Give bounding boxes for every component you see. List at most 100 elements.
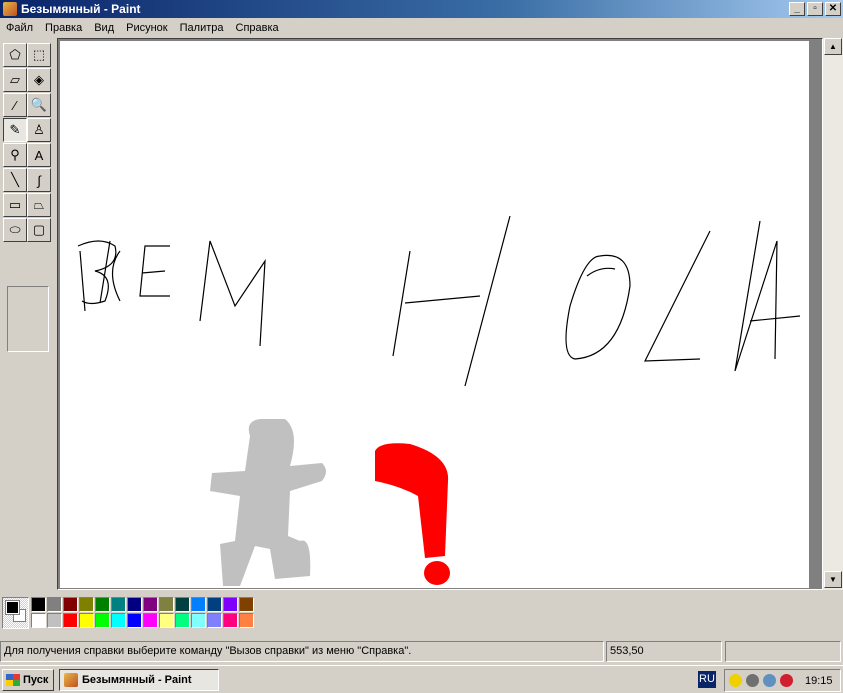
security-shield-icon[interactable]	[729, 674, 742, 687]
work-area	[57, 38, 823, 590]
color-swatch[interactable]	[79, 597, 94, 612]
color-swatch[interactable]	[223, 613, 238, 628]
network-icon[interactable]	[763, 674, 776, 687]
antivirus-icon[interactable]	[780, 674, 793, 687]
maximize-button[interactable]: ▫	[807, 2, 823, 16]
color-swatch[interactable]	[175, 613, 190, 628]
foreground-color	[5, 600, 20, 615]
paint-app-icon	[3, 2, 17, 16]
airbrush-icon: ⚲	[10, 147, 20, 162]
speaker-icon[interactable]	[746, 674, 759, 687]
menu-image[interactable]: Рисунок	[120, 22, 174, 34]
status-coordinates: 553,50	[606, 641, 722, 662]
clock: 19:15	[805, 674, 833, 687]
language-indicator[interactable]: RU	[698, 671, 716, 688]
menu-help[interactable]: Справка	[230, 22, 285, 34]
color-swatch[interactable]	[191, 613, 206, 628]
eraser-icon: ▱	[10, 72, 20, 87]
tool-color-picker[interactable]: ⁄	[3, 93, 27, 117]
vertical-scrollbar[interactable]: ▲ ▼	[823, 38, 843, 590]
drawing	[77, 215, 801, 586]
magnifier-icon: 🔍	[30, 97, 48, 112]
menu-bar: Файл Правка Вид Рисунок Палитра Справка	[0, 18, 843, 38]
tool-free-select[interactable]: ⬠	[3, 43, 27, 67]
tool-airbrush[interactable]: ⚲	[3, 143, 27, 167]
status-bar: Для получения справки выберите команду "…	[0, 641, 843, 663]
ellipse-icon: ⬭	[9, 222, 21, 237]
polygon-icon: ⏢	[33, 197, 45, 212]
color-swatch[interactable]	[63, 613, 78, 628]
color-swatch[interactable]	[111, 613, 126, 628]
color-swatch[interactable]	[127, 613, 142, 628]
tool-line[interactable]: ╲	[3, 168, 27, 192]
toolbox: ⬠ ⬚ ▱ ◈ ⁄ 🔍 ✎ ♙ ⚲ A ╲ ∫ ▭ ⏢ ⬭ ▢	[0, 38, 57, 590]
fill-icon: ◈	[34, 72, 44, 87]
text-icon: A	[34, 147, 44, 163]
tool-text[interactable]: A	[27, 143, 51, 167]
rect-select-icon: ⬚	[32, 47, 46, 62]
tool-eraser[interactable]: ▱	[3, 68, 27, 92]
color-swatch[interactable]	[207, 597, 222, 612]
tool-pencil[interactable]: ✎	[3, 118, 27, 142]
taskbar-item-paint[interactable]: Безымянный - Paint	[59, 669, 219, 691]
scroll-up-button[interactable]: ▲	[824, 38, 842, 55]
menu-view[interactable]: Вид	[88, 22, 120, 34]
rectangle-icon: ▭	[8, 197, 22, 212]
line-icon: ╲	[11, 172, 19, 187]
color-swatch[interactable]	[159, 613, 174, 628]
task-label: Безымянный - Paint	[82, 674, 192, 686]
system-tray: 19:15	[724, 669, 841, 692]
rounded-rect-icon: ▢	[32, 222, 46, 237]
color-swatch[interactable]	[239, 597, 254, 612]
window-title: Безымянный - Paint	[21, 2, 141, 16]
title-bar[interactable]: Безымянный - Paint _ ▫ ✕	[0, 0, 843, 18]
tool-rect-select[interactable]: ⬚	[27, 43, 51, 67]
color-swatch[interactable]	[127, 597, 142, 612]
current-colors	[2, 597, 29, 629]
color-swatch[interactable]	[239, 613, 254, 628]
color-swatch[interactable]	[143, 597, 158, 612]
color-swatch[interactable]	[95, 597, 110, 612]
tool-rectangle[interactable]: ▭	[3, 193, 27, 217]
color-swatch[interactable]	[191, 597, 206, 612]
color-swatch[interactable]	[79, 613, 94, 628]
tool-options-box[interactable]	[7, 286, 49, 352]
color-swatch[interactable]	[175, 597, 190, 612]
tool-brush[interactable]: ♙	[27, 118, 51, 142]
close-button[interactable]: ✕	[825, 2, 841, 16]
color-swatch[interactable]	[47, 597, 62, 612]
taskbar: Пуск Безымянный - Paint RU 19:15	[0, 665, 843, 693]
pencil-icon: ✎	[9, 122, 21, 137]
color-swatch[interactable]	[207, 613, 222, 628]
menu-colors[interactable]: Палитра	[174, 22, 230, 34]
color-picker-icon: ⁄	[13, 97, 17, 113]
tool-fill[interactable]: ◈	[27, 68, 51, 92]
color-swatch[interactable]	[95, 613, 110, 628]
tool-curve[interactable]: ∫	[27, 168, 51, 192]
scroll-down-button[interactable]: ▼	[824, 571, 842, 588]
free-select-icon: ⬠	[9, 47, 21, 62]
color-swatch[interactable]	[223, 597, 238, 612]
paint-icon	[64, 673, 78, 687]
color-swatch[interactable]	[111, 597, 126, 612]
tool-magnifier[interactable]: 🔍	[27, 93, 51, 117]
status-help-text: Для получения справки выберите команду "…	[0, 641, 604, 662]
tool-ellipse[interactable]: ⬭	[3, 218, 27, 242]
color-swatch[interactable]	[31, 597, 46, 612]
start-label: Пуск	[23, 674, 49, 686]
tool-polygon[interactable]: ⏢	[27, 193, 51, 217]
minimize-button[interactable]: _	[789, 2, 805, 16]
color-swatch[interactable]	[159, 597, 174, 612]
status-size	[725, 641, 841, 662]
curve-icon: ∫	[37, 172, 41, 188]
color-swatch[interactable]	[31, 613, 46, 628]
tool-rounded-rect[interactable]: ▢	[27, 218, 51, 242]
color-swatch[interactable]	[47, 613, 62, 628]
menu-edit[interactable]: Правка	[39, 22, 88, 34]
color-swatch[interactable]	[143, 613, 158, 628]
drawing-canvas[interactable]	[60, 41, 809, 588]
color-swatch[interactable]	[63, 597, 78, 612]
start-button[interactable]: Пуск	[2, 669, 54, 691]
menu-file[interactable]: Файл	[0, 22, 39, 34]
windows-logo-icon	[6, 674, 20, 686]
